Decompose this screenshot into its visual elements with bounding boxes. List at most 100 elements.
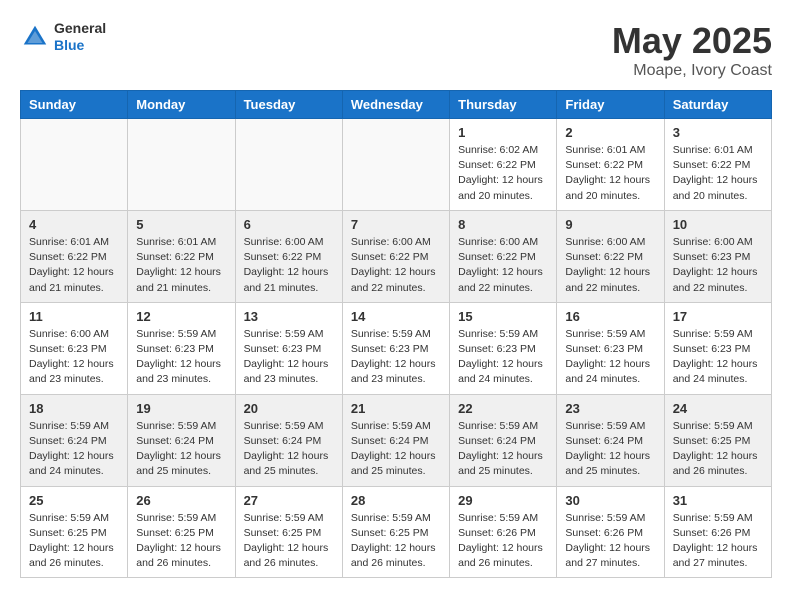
day-info: Sunrise: 6:00 AM Sunset: 6:23 PM Dayligh… xyxy=(29,327,119,388)
calendar-day-cell: 11 Sunrise: 6:00 AM Sunset: 6:23 PM Dayli… xyxy=(21,302,128,394)
day-number: 9 xyxy=(565,217,655,232)
day-info: Sunrise: 6:00 AM Sunset: 6:22 PM Dayligh… xyxy=(565,235,655,296)
day-info: Sunrise: 5:59 AM Sunset: 6:23 PM Dayligh… xyxy=(673,327,763,388)
day-number: 11 xyxy=(29,309,119,324)
day-number: 6 xyxy=(244,217,334,232)
day-number: 31 xyxy=(673,493,763,508)
day-number: 18 xyxy=(29,401,119,416)
calendar-day-cell: 4Sunrise: 6:01 AM Sunset: 6:22 PM Daylig… xyxy=(21,210,128,302)
day-number: 8 xyxy=(458,217,548,232)
day-number: 5 xyxy=(136,217,226,232)
day-info: Sunrise: 5:59 AM Sunset: 6:25 PM Dayligh… xyxy=(244,511,334,572)
day-info: Sunrise: 5:59 AM Sunset: 6:23 PM Dayligh… xyxy=(136,327,226,388)
day-number: 17 xyxy=(673,309,763,324)
calendar-day-cell xyxy=(128,119,235,211)
day-info: Sunrise: 6:00 AM Sunset: 6:22 PM Dayligh… xyxy=(351,235,441,296)
day-number: 3 xyxy=(673,125,763,140)
calendar-day-cell: 18 Sunrise: 5:59 AM Sunset: 6:24 PM Dayli… xyxy=(21,394,128,486)
day-number: 21 xyxy=(351,401,441,416)
calendar-day-cell: 23 Sunrise: 5:59 AM Sunset: 6:24 PM Dayli… xyxy=(557,394,664,486)
calendar-table: SundayMondayTuesdayWednesdayThursdayFrid… xyxy=(20,90,772,578)
day-info: Sunrise: 6:00 AM Sunset: 6:22 PM Dayligh… xyxy=(244,235,334,296)
logo-text: General Blue xyxy=(54,20,106,54)
day-info: Sunrise: 6:00 AM Sunset: 6:22 PM Dayligh… xyxy=(458,235,548,296)
day-number: 1 xyxy=(458,125,548,140)
day-number: 15 xyxy=(458,309,548,324)
day-info: Sunrise: 5:59 AM Sunset: 6:24 PM Dayligh… xyxy=(565,419,655,480)
calendar-day-cell: 3Sunrise: 6:01 AM Sunset: 6:22 PM Daylig… xyxy=(664,119,771,211)
weekday-header: Saturday xyxy=(664,91,771,119)
calendar-day-cell: 10 Sunrise: 6:00 AM Sunset: 6:23 PM Dayli… xyxy=(664,210,771,302)
day-info: Sunrise: 5:59 AM Sunset: 6:23 PM Dayligh… xyxy=(351,327,441,388)
calendar-day-cell xyxy=(342,119,449,211)
calendar-day-cell: 31 Sunrise: 5:59 AM Sunset: 6:26 PM Dayli… xyxy=(664,486,771,578)
logo-general: General xyxy=(54,20,106,37)
weekday-header: Wednesday xyxy=(342,91,449,119)
calendar-day-cell: 22 Sunrise: 5:59 AM Sunset: 6:24 PM Dayli… xyxy=(450,394,557,486)
calendar-header-row: SundayMondayTuesdayWednesdayThursdayFrid… xyxy=(21,91,772,119)
title-block: May 2025 Moape, Ivory Coast xyxy=(612,20,772,80)
calendar-day-cell: 20Sunrise: 5:59 AM Sunset: 6:24 PM Dayli… xyxy=(235,394,342,486)
logo-blue: Blue xyxy=(54,37,106,54)
day-info: Sunrise: 6:01 AM Sunset: 6:22 PM Dayligh… xyxy=(565,143,655,204)
calendar-day-cell: 16Sunrise: 5:59 AM Sunset: 6:23 PM Dayli… xyxy=(557,302,664,394)
day-number: 22 xyxy=(458,401,548,416)
day-number: 26 xyxy=(136,493,226,508)
calendar-day-cell: 21Sunrise: 5:59 AM Sunset: 6:24 PM Dayli… xyxy=(342,394,449,486)
day-number: 12 xyxy=(136,309,226,324)
logo: General Blue xyxy=(20,20,106,54)
calendar-day-cell: 24Sunrise: 5:59 AM Sunset: 6:25 PM Dayli… xyxy=(664,394,771,486)
day-number: 16 xyxy=(565,309,655,324)
day-info: Sunrise: 5:59 AM Sunset: 6:26 PM Dayligh… xyxy=(673,511,763,572)
calendar-day-cell: 12 Sunrise: 5:59 AM Sunset: 6:23 PM Dayli… xyxy=(128,302,235,394)
day-number: 30 xyxy=(565,493,655,508)
calendar-day-cell: 13Sunrise: 5:59 AM Sunset: 6:23 PM Dayli… xyxy=(235,302,342,394)
weekday-header: Tuesday xyxy=(235,91,342,119)
weekday-header: Friday xyxy=(557,91,664,119)
calendar-day-cell: 1Sunrise: 6:02 AM Sunset: 6:22 PM Daylig… xyxy=(450,119,557,211)
day-info: Sunrise: 6:01 AM Sunset: 6:22 PM Dayligh… xyxy=(136,235,226,296)
day-info: Sunrise: 5:59 AM Sunset: 6:24 PM Dayligh… xyxy=(244,419,334,480)
day-info: Sunrise: 6:00 AM Sunset: 6:23 PM Dayligh… xyxy=(673,235,763,296)
calendar-day-cell: 26Sunrise: 5:59 AM Sunset: 6:25 PM Dayli… xyxy=(128,486,235,578)
day-number: 10 xyxy=(673,217,763,232)
calendar-day-cell: 27Sunrise: 5:59 AM Sunset: 6:25 PM Dayli… xyxy=(235,486,342,578)
calendar-week-row: 25Sunrise: 5:59 AM Sunset: 6:25 PM Dayli… xyxy=(21,486,772,578)
day-info: Sunrise: 6:01 AM Sunset: 6:22 PM Dayligh… xyxy=(29,235,119,296)
day-info: Sunrise: 5:59 AM Sunset: 6:26 PM Dayligh… xyxy=(458,511,548,572)
day-number: 23 xyxy=(565,401,655,416)
day-info: Sunrise: 5:59 AM Sunset: 6:23 PM Dayligh… xyxy=(458,327,548,388)
day-number: 19 xyxy=(136,401,226,416)
page-header: General Blue May 2025 Moape, Ivory Coast xyxy=(20,20,772,80)
weekday-header: Monday xyxy=(128,91,235,119)
calendar-day-cell: 14Sunrise: 5:59 AM Sunset: 6:23 PM Dayli… xyxy=(342,302,449,394)
day-info: Sunrise: 5:59 AM Sunset: 6:24 PM Dayligh… xyxy=(458,419,548,480)
calendar-day-cell: 9 Sunrise: 6:00 AM Sunset: 6:22 PM Daylig… xyxy=(557,210,664,302)
calendar-day-cell: 5 Sunrise: 6:01 AM Sunset: 6:22 PM Daylig… xyxy=(128,210,235,302)
calendar-day-cell: 17 Sunrise: 5:59 AM Sunset: 6:23 PM Dayli… xyxy=(664,302,771,394)
day-info: Sunrise: 5:59 AM Sunset: 6:26 PM Dayligh… xyxy=(565,511,655,572)
day-info: Sunrise: 5:59 AM Sunset: 6:25 PM Dayligh… xyxy=(29,511,119,572)
calendar-day-cell: 28Sunrise: 5:59 AM Sunset: 6:25 PM Dayli… xyxy=(342,486,449,578)
weekday-header: Thursday xyxy=(450,91,557,119)
weekday-header: Sunday xyxy=(21,91,128,119)
month-title: May 2025 xyxy=(612,20,772,62)
calendar-day-cell: 15 Sunrise: 5:59 AM Sunset: 6:23 PM Dayli… xyxy=(450,302,557,394)
calendar-week-row: 4Sunrise: 6:01 AM Sunset: 6:22 PM Daylig… xyxy=(21,210,772,302)
calendar-day-cell: 29Sunrise: 5:59 AM Sunset: 6:26 PM Dayli… xyxy=(450,486,557,578)
day-info: Sunrise: 5:59 AM Sunset: 6:24 PM Dayligh… xyxy=(136,419,226,480)
calendar-day-cell: 7Sunrise: 6:00 AM Sunset: 6:22 PM Daylig… xyxy=(342,210,449,302)
day-number: 2 xyxy=(565,125,655,140)
calendar-day-cell: 25Sunrise: 5:59 AM Sunset: 6:25 PM Dayli… xyxy=(21,486,128,578)
calendar-week-row: 11 Sunrise: 6:00 AM Sunset: 6:23 PM Dayli… xyxy=(21,302,772,394)
calendar-day-cell xyxy=(235,119,342,211)
day-info: Sunrise: 5:59 AM Sunset: 6:24 PM Dayligh… xyxy=(29,419,119,480)
calendar-day-cell xyxy=(21,119,128,211)
day-number: 13 xyxy=(244,309,334,324)
calendar-day-cell: 19 Sunrise: 5:59 AM Sunset: 6:24 PM Dayli… xyxy=(128,394,235,486)
calendar-day-cell: 2 Sunrise: 6:01 AM Sunset: 6:22 PM Daylig… xyxy=(557,119,664,211)
calendar-week-row: 1Sunrise: 6:02 AM Sunset: 6:22 PM Daylig… xyxy=(21,119,772,211)
calendar-day-cell: 8 Sunrise: 6:00 AM Sunset: 6:22 PM Daylig… xyxy=(450,210,557,302)
day-info: Sunrise: 5:59 AM Sunset: 6:25 PM Dayligh… xyxy=(673,419,763,480)
calendar-week-row: 18 Sunrise: 5:59 AM Sunset: 6:24 PM Dayli… xyxy=(21,394,772,486)
